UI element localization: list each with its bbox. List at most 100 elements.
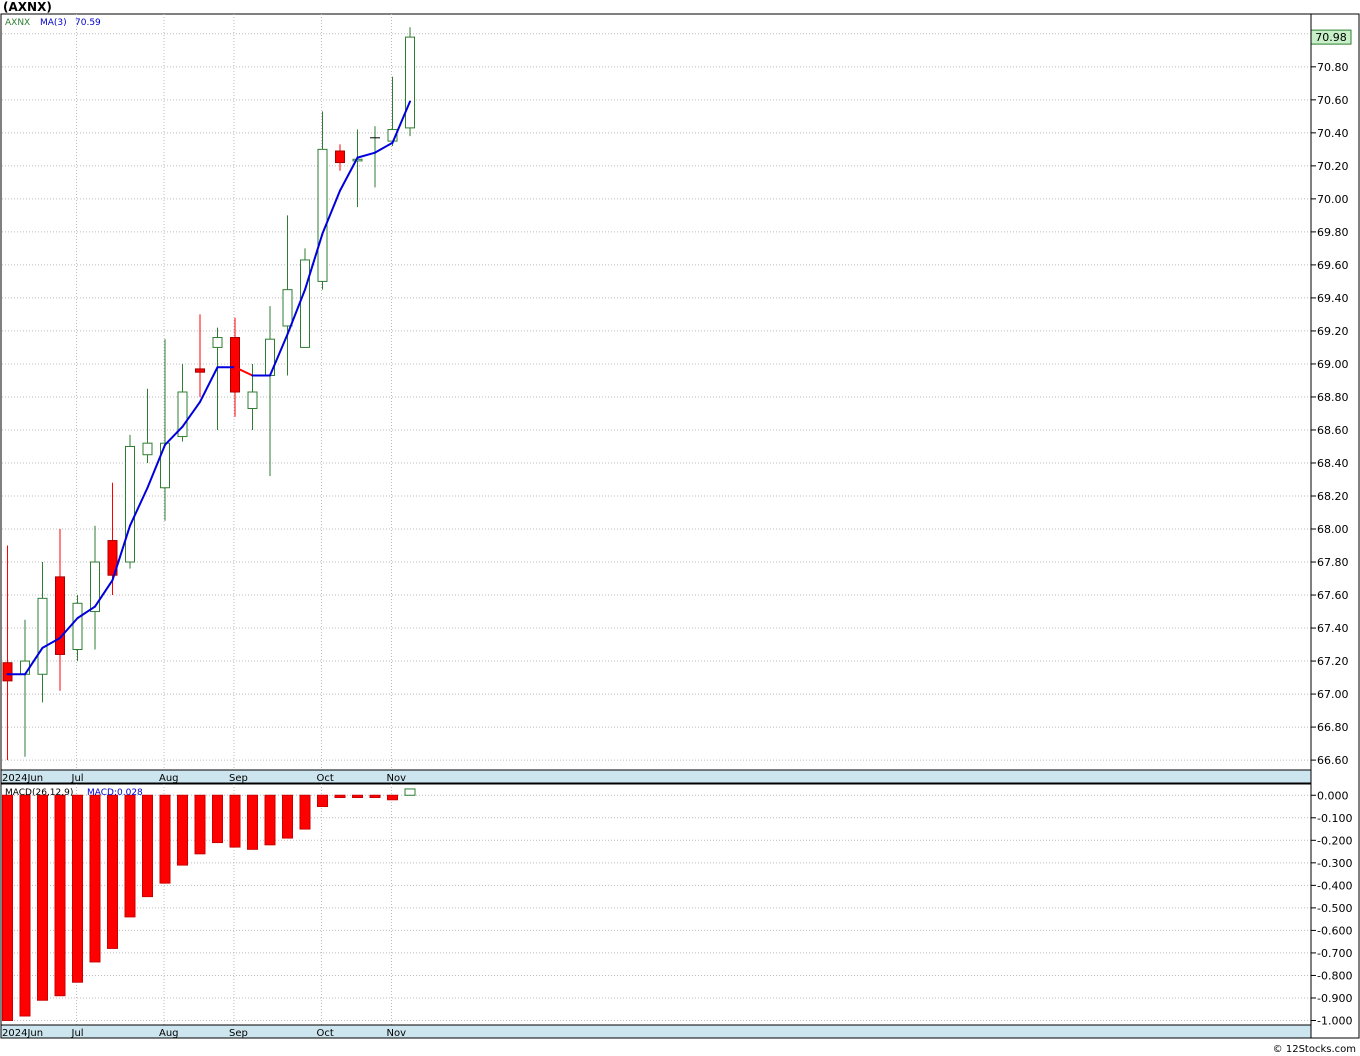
macd-bar (387, 794, 398, 801)
price-y-tick-label: 68.00 (1317, 523, 1349, 536)
macd-panel: 0.000 -0.100 -0.200 -0.300 -0.400 -0.500 -0.60… (0, 783, 1352, 1027)
price-y-tick-label: 68.40 (1317, 457, 1349, 470)
price-y-tick-label: 67.20 (1317, 655, 1349, 668)
macd-x-tick-label: Sep (229, 1028, 248, 1039)
macd-bar (54, 794, 66, 997)
macd-bar (37, 794, 48, 1001)
price-y-tick-label: 70.40 (1317, 127, 1349, 140)
last-price-value: 70.98 (1315, 31, 1347, 44)
macd-label: MACD(26,12,9) (5, 788, 73, 798)
macd-x-tick-label: Oct (317, 1028, 334, 1039)
macd-y-tick-label: -0.900 (1317, 992, 1352, 1005)
macd-x-tick-label: 2024Jun (2, 1028, 43, 1039)
macd-bar (247, 794, 258, 850)
legend-ma-label: MA(3) (40, 18, 67, 28)
price-y-tick-label: 67.40 (1317, 622, 1349, 635)
price-panel: 71.0070.8070.6070.4070.2070.0069.8069.60… (0, 13, 1352, 771)
macd-bar (159, 794, 171, 884)
price-y-tick-label: 69.80 (1317, 226, 1349, 239)
candle-body (195, 368, 205, 373)
price-y-tick-label: 69.20 (1317, 325, 1349, 338)
macd-y-axis: 0.000 -0.100 -0.200 -0.300 -0.400 -0.500 -0.60… (1311, 789, 1352, 1027)
macd-y-tick-label: -0.200 (1317, 834, 1352, 847)
price-y-tick-label: 70.00 (1317, 193, 1349, 206)
price-y-axis: 71.0070.8070.6070.4070.2070.0069.8069.60… (1311, 28, 1349, 767)
candle-body (72, 602, 83, 651)
price-x-tick-label: Nov (387, 773, 407, 784)
macd-bar (212, 794, 223, 844)
price-legend: AXNX MA(3) 70.59 (5, 18, 101, 28)
candle-body (335, 150, 345, 164)
price-y-tick-label: 67.80 (1317, 556, 1349, 569)
macd-bar (89, 794, 101, 963)
macd-bar (2, 794, 13, 1021)
macd-value-label: MACD:0.028 (87, 788, 143, 798)
macd-bar (282, 794, 293, 839)
price-date-band: 2024Jun Jul Aug Sep Oct Nov (0, 769, 1312, 784)
price-y-tick-label: 68.60 (1317, 424, 1349, 437)
candle-body (20, 660, 30, 675)
macd-x-tick-label: Jul (71, 1028, 84, 1039)
macd-bar (404, 788, 416, 796)
price-y-tick-label: 70.60 (1317, 94, 1349, 107)
macd-x-tick-label: Nov (387, 1028, 407, 1039)
macd-bar (142, 794, 153, 898)
macd-bar (72, 794, 83, 983)
macd-bar (107, 794, 118, 949)
candle-body (317, 148, 328, 282)
price-x-tick-label: Aug (159, 773, 179, 784)
legend-symbol: AXNX (5, 18, 30, 28)
macd-bar (124, 794, 136, 918)
macd-bar (334, 794, 346, 799)
price-y-tick-label: 68.80 (1317, 391, 1349, 404)
candle-body (142, 442, 153, 456)
candle-body (2, 662, 13, 682)
price-x-tick-label: 2024Jun (2, 773, 43, 784)
price-x-tick-label: Jul (71, 773, 84, 784)
price-y-tick-label: 70.80 (1317, 61, 1349, 74)
price-y-tick-label: 66.60 (1317, 754, 1349, 767)
price-x-tick-label: Oct (317, 773, 334, 784)
candle-body (90, 561, 100, 613)
legend-ma-value: 70.59 (75, 18, 101, 28)
macd-y-tick-label: -0.100 (1317, 812, 1352, 825)
price-y-tick-label: 69.00 (1317, 358, 1349, 371)
candle-body (282, 289, 293, 327)
macd-y-tick-label: -0.600 (1317, 924, 1352, 937)
macd-y-tick-label: -0.500 (1317, 902, 1352, 915)
macd-date-band: 2024Jun Jul Aug Sep Oct Nov (0, 1024, 1312, 1039)
candle-body (300, 259, 310, 348)
price-y-tick-label: 66.80 (1317, 721, 1349, 734)
chart: 71.0070.8070.6070.4070.2070.0069.8069.60… (0, 13, 1360, 1039)
candle-body (160, 442, 170, 489)
macd-date-band-bg (0, 1024, 1312, 1039)
macd-y-tick-label: -0.700 (1317, 947, 1352, 960)
candle-body (125, 445, 135, 563)
price-plot-frame (0, 13, 1312, 771)
price-y-tick-label: 67.60 (1317, 589, 1349, 602)
macd-bar (194, 794, 206, 855)
macd-y-tick-label: -0.300 (1317, 857, 1352, 870)
macd-bar (177, 794, 188, 866)
macd-bar (19, 794, 31, 1017)
candle-body (212, 337, 223, 348)
price-x-tick-label: Sep (229, 773, 248, 784)
macd-bar (317, 794, 328, 808)
macd-x-tick-label: Aug (159, 1028, 179, 1039)
macd-bar (352, 794, 363, 799)
macd-y-tick-label: -0.800 (1317, 969, 1352, 982)
price-y-tick-label: 70.20 (1317, 160, 1349, 173)
macd-y-tick-label: -1.000 (1317, 1014, 1352, 1027)
price-date-band-bg (0, 769, 1312, 784)
macd-bar (229, 794, 241, 848)
candle-body (55, 576, 65, 655)
macd-bar (264, 794, 276, 846)
last-price-tag: 70.98 (1310, 29, 1352, 45)
candle-body (247, 391, 258, 410)
price-y-tick-label: 69.60 (1317, 259, 1349, 272)
footer-credit: © 12Stocks.com (1272, 1044, 1356, 1055)
macd-y-tick-label: 0.000 (1317, 789, 1349, 802)
macd-y-tick-label: -0.400 (1317, 879, 1352, 892)
price-y-tick-label: 68.20 (1317, 490, 1349, 503)
candle-body (37, 597, 48, 675)
